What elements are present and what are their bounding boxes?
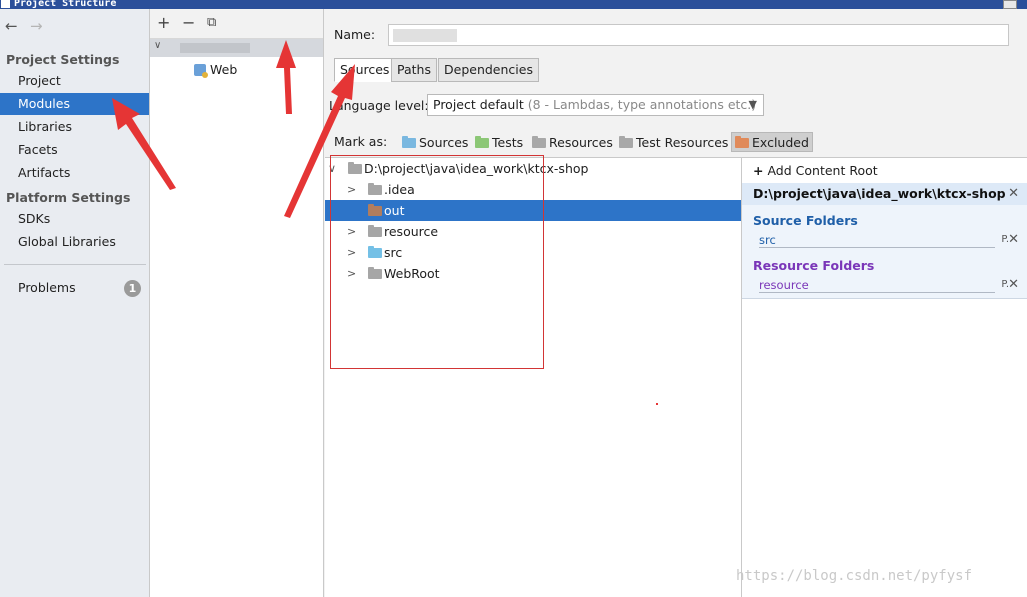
forward-arrow-icon[interactable]: → bbox=[30, 17, 43, 35]
nav-item-project[interactable]: Project bbox=[0, 70, 149, 92]
module-name-field[interactable] bbox=[388, 24, 1009, 46]
nav-item-artifacts[interactable]: Artifacts bbox=[0, 162, 149, 184]
content-root-header: D:\project\java\idea_work\ktcx-shop ✕ bbox=[742, 183, 1027, 205]
annotation-box bbox=[330, 155, 544, 369]
problems-label: Problems bbox=[18, 280, 76, 295]
nav-item-modules[interactable]: Modules bbox=[0, 93, 149, 115]
mark-as-resources-button[interactable]: Resources bbox=[532, 133, 613, 153]
module-tree-panel: + − ⧉ ∨ Web bbox=[150, 9, 324, 597]
nav-divider bbox=[4, 264, 146, 265]
nav-item-facets[interactable]: Facets bbox=[0, 139, 149, 161]
language-level-hint: (8 - Lambdas, type annotations etc.) bbox=[527, 97, 757, 112]
mark-as-excluded-label: Excluded bbox=[752, 135, 809, 150]
nav-item-libraries[interactable]: Libraries bbox=[0, 116, 149, 138]
mark-as-sources-label: Sources bbox=[419, 135, 469, 150]
resource-folder-item[interactable]: resource bbox=[759, 278, 809, 292]
problems-count-badge: 1 bbox=[124, 280, 141, 297]
resource-folders-header: Resource Folders bbox=[753, 258, 875, 273]
mark-as-test-resources-label: Test Resources bbox=[636, 135, 729, 150]
add-content-root-label: Add Content Root bbox=[767, 163, 878, 178]
project-settings-header: Project Settings bbox=[6, 52, 120, 67]
name-label: Name: bbox=[334, 27, 376, 42]
copy-module-button[interactable]: ⧉ bbox=[207, 15, 216, 31]
resource-folder-underline bbox=[759, 292, 995, 293]
settings-navigation: ← → Project Settings Project Modules Lib… bbox=[0, 9, 150, 597]
content-root-path: D:\project\java\idea_work\ktcx-shop bbox=[753, 186, 1006, 201]
test-resources-folder-icon bbox=[619, 136, 633, 148]
tests-folder-icon bbox=[475, 136, 489, 148]
tab-dependencies[interactable]: Dependencies bbox=[438, 58, 539, 82]
nav-item-sdks[interactable]: SDKs bbox=[0, 208, 149, 230]
window-title: Project Structure bbox=[14, 0, 117, 9]
nav-item-global-libraries[interactable]: Global Libraries bbox=[0, 231, 149, 253]
mark-as-tests-button[interactable]: Tests bbox=[475, 133, 523, 153]
web-facet-label: Web bbox=[210, 62, 238, 77]
platform-settings-header: Platform Settings bbox=[6, 190, 131, 205]
remove-resource-folder-icon[interactable]: ✕ bbox=[1008, 277, 1019, 292]
add-content-root-button[interactable]: + Add Content Root bbox=[753, 163, 878, 178]
source-folder-underline bbox=[759, 247, 995, 248]
content-roots-panel: + Add Content Root D:\project\java\idea_… bbox=[741, 157, 1027, 597]
back-arrow-icon[interactable]: ← bbox=[5, 17, 18, 35]
remove-source-folder-icon[interactable]: ✕ bbox=[1008, 232, 1019, 247]
module-name-redacted bbox=[180, 43, 250, 53]
language-level-value: Project default bbox=[433, 97, 524, 112]
app-icon bbox=[1, 0, 10, 8]
remove-module-button[interactable]: − bbox=[182, 15, 195, 31]
module-toolbar: + − ⧉ bbox=[150, 9, 323, 39]
remove-content-root-icon[interactable]: ✕ bbox=[1008, 183, 1019, 205]
mark-as-tests-label: Tests bbox=[492, 135, 524, 150]
language-level-label: Language level: bbox=[329, 98, 429, 113]
sources-folder-icon bbox=[402, 136, 416, 148]
web-facet-icon bbox=[194, 64, 208, 78]
resources-folder-icon bbox=[532, 136, 546, 148]
mark-as-label: Mark as: bbox=[334, 134, 388, 149]
nav-item-problems[interactable]: Problems 1 bbox=[0, 277, 149, 299]
add-module-button[interactable]: + bbox=[157, 15, 170, 31]
source-folders-header: Source Folders bbox=[753, 213, 858, 228]
module-name-redacted bbox=[393, 29, 457, 42]
tab-paths[interactable]: Paths bbox=[391, 58, 437, 82]
close-window-button[interactable] bbox=[1003, 0, 1017, 9]
chevron-down-icon[interactable]: ∨ bbox=[154, 40, 161, 51]
source-folder-item[interactable]: src bbox=[759, 233, 776, 247]
mark-as-test-resources-button[interactable]: Test Resources bbox=[619, 133, 728, 153]
excluded-folder-icon bbox=[735, 136, 749, 148]
language-level-select[interactable]: Project default (8 - Lambdas, type annot… bbox=[427, 94, 764, 116]
chevron-down-icon: ▼ bbox=[748, 98, 757, 111]
watermark: https://blog.csdn.net/pyfysf bbox=[736, 568, 973, 584]
mark-as-sources-button[interactable]: Sources bbox=[402, 133, 468, 153]
plus-icon: + bbox=[753, 163, 764, 178]
mark-as-excluded-button[interactable]: Excluded bbox=[731, 132, 813, 152]
module-row[interactable]: ∨ bbox=[150, 39, 323, 57]
window-title-bar: Project Structure bbox=[0, 0, 1027, 9]
tab-sources[interactable]: Sources bbox=[334, 58, 396, 82]
web-facet-row[interactable]: Web bbox=[194, 61, 237, 79]
content-root-folders: Source Folders src P. ✕ Resource Folders… bbox=[742, 205, 1027, 299]
mark-as-resources-label: Resources bbox=[549, 135, 613, 150]
